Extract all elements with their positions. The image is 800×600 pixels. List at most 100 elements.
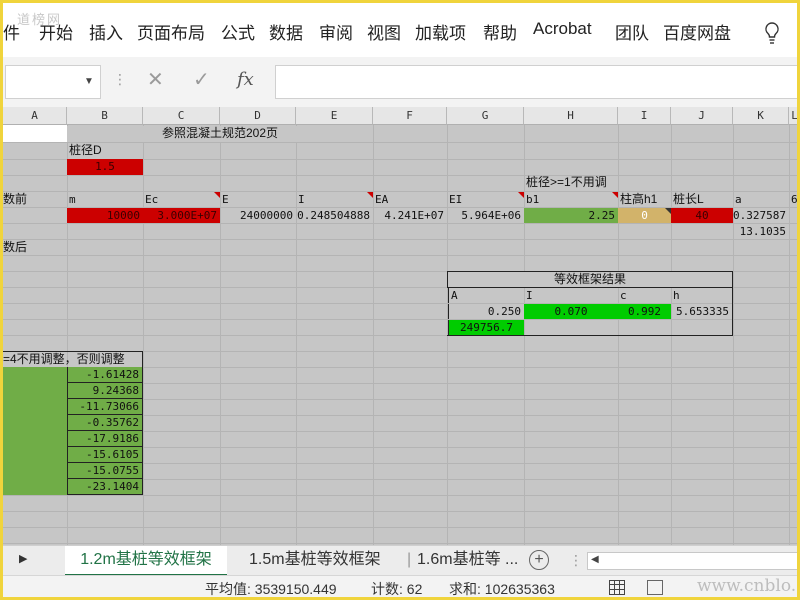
tab-formulas[interactable]: 公式: [221, 19, 255, 44]
tab-page-layout[interactable]: 页面布局: [137, 19, 205, 44]
row-divider: [3, 255, 797, 256]
value-e-cell[interactable]: 24000000: [220, 208, 296, 223]
column-header-j[interactable]: J: [671, 107, 733, 125]
value-i-cell[interactable]: 0.248504888: [296, 208, 373, 223]
value-ec-cell[interactable]: 3.000E+07: [143, 208, 220, 223]
header-l-cell[interactable]: 桩长L: [671, 192, 733, 207]
tab-help[interactable]: 帮助: [483, 19, 517, 44]
value-a2-cell[interactable]: 13.1035: [733, 224, 789, 239]
column-header-c[interactable]: C: [143, 107, 220, 125]
tab-review[interactable]: 审阅: [319, 19, 353, 44]
enter-icon[interactable]: ✓: [193, 67, 210, 92]
row-divider: [3, 543, 797, 544]
tab-insert[interactable]: 插入: [89, 19, 123, 44]
tab-file[interactable]: 件: [3, 19, 20, 44]
cancel-icon[interactable]: ✕: [147, 67, 164, 92]
value-h1-cell[interactable]: 0: [618, 208, 671, 223]
value-b1-cell[interactable]: 2.25: [524, 208, 618, 223]
lightbulb-icon[interactable]: [763, 21, 781, 45]
adjust-note-cell[interactable]: =4不用调整，否则调整: [3, 351, 143, 367]
list-item[interactable]: -15.0755: [67, 463, 143, 479]
pile-d-label-cell[interactable]: 桩径D: [67, 143, 143, 159]
horizontal-scrollbar[interactable]: ◀: [587, 552, 797, 570]
tab-home[interactable]: 开始: [39, 19, 73, 44]
result-header-c-cell[interactable]: c: [618, 288, 671, 303]
tab-acrobat[interactable]: Acrobat: [533, 19, 592, 39]
sheet-tab-1-6m[interactable]: 1.6m基桩等 ...: [417, 546, 521, 574]
column-header-b[interactable]: B: [67, 107, 143, 125]
header-k-cell[interactable]: 6: [789, 192, 797, 207]
list-item[interactable]: -0.35762: [67, 415, 143, 431]
header-h1-cell[interactable]: 柱高h1: [618, 192, 671, 207]
list-item[interactable]: -1.61428: [67, 367, 143, 383]
list-item[interactable]: -15.6105: [67, 447, 143, 463]
column-header-h[interactable]: H: [524, 107, 618, 125]
status-bar: 平均值: 3539150.449 计数: 62 求和: 102635363 ww…: [3, 575, 797, 597]
result-a2-cell[interactable]: 249756.7: [448, 320, 524, 335]
list-item[interactable]: -17.9186: [67, 431, 143, 447]
tab-team[interactable]: 团队: [615, 19, 649, 44]
sheet-tab-1-5m[interactable]: 1.5m基桩等效框架: [249, 546, 381, 574]
row-divider: [3, 319, 797, 320]
value-ei-cell[interactable]: 5.964E+06: [447, 208, 524, 223]
page-layout-icon[interactable]: [647, 580, 663, 595]
column-header-f[interactable]: F: [373, 107, 447, 125]
list-item[interactable]: -23.1404: [67, 479, 143, 495]
result-header-i-cell[interactable]: I: [524, 288, 618, 303]
header-ei-cell[interactable]: EI: [447, 192, 524, 207]
header-e-cell[interactable]: E: [220, 192, 296, 207]
note-h1-cell[interactable]: 桩径>=1不用调: [524, 175, 634, 191]
tab-data[interactable]: 数据: [269, 19, 303, 44]
row-divider: [3, 239, 797, 240]
header-b1-cell[interactable]: b1: [524, 192, 618, 207]
tab-baidu-netdisk[interactable]: 百度网盘: [663, 19, 731, 44]
pile-d-value-cell[interactable]: 1.5: [67, 159, 143, 175]
result-title-cell[interactable]: 等效框架结果: [447, 271, 733, 288]
list-item[interactable]: 9.24368: [67, 383, 143, 399]
column-header-i[interactable]: I: [618, 107, 671, 125]
name-box[interactable]: ▼: [5, 65, 101, 99]
splitter-dots-icon[interactable]: ⋮: [569, 552, 583, 569]
result-table-bottom-border: [447, 335, 733, 336]
sheet-title-cell[interactable]: 参照混凝土规范202页: [67, 126, 373, 142]
column-header-l[interactable]: L: [789, 107, 797, 125]
column-header-g[interactable]: G: [447, 107, 524, 125]
header-m-cell[interactable]: m: [67, 192, 143, 207]
value-a-cell[interactable]: 0.327587: [733, 208, 789, 223]
value-ea-cell[interactable]: 4.241E+07: [373, 208, 447, 223]
chevron-down-icon[interactable]: ▼: [84, 76, 94, 87]
header-i-cell[interactable]: I: [296, 192, 373, 207]
sheet-tab-bar: ▶ 1.2m基桩等效框架 1.5m基桩等效框架 | 1.6m基桩等 ... + …: [3, 545, 797, 576]
worksheet-grid[interactable]: A B C D E F G H I J K L 参照混凝土规范202页 桩径D …: [3, 107, 797, 545]
sheet-tab-1-2m[interactable]: 1.2m基桩等效框架: [65, 546, 227, 576]
header-ea-cell[interactable]: EA: [373, 192, 447, 207]
normal-view-icon[interactable]: [609, 580, 625, 595]
result-header-a-cell[interactable]: A: [448, 288, 524, 303]
tab-view[interactable]: 视图: [367, 19, 401, 44]
result-a-cell[interactable]: 0.250: [448, 304, 524, 319]
before-label-cell[interactable]: 数前: [3, 192, 67, 207]
list-item[interactable]: -11.73066: [67, 399, 143, 415]
drag-handle-icon[interactable]: ⋮: [113, 71, 127, 88]
column-header-k[interactable]: K: [733, 107, 789, 125]
scroll-left-icon[interactable]: ◀: [591, 554, 599, 565]
add-sheet-icon[interactable]: +: [529, 550, 549, 570]
column-header-d[interactable]: D: [220, 107, 296, 125]
value-m-cell[interactable]: 10000: [67, 208, 143, 223]
after-label-cell[interactable]: 数后: [3, 240, 67, 255]
header-a-cell[interactable]: a: [733, 192, 789, 207]
cell-a-selected-area[interactable]: [3, 125, 67, 142]
column-header-e[interactable]: E: [296, 107, 373, 125]
result-i-cell[interactable]: 0.070: [524, 304, 618, 319]
result-c-cell[interactable]: 0.992: [618, 304, 671, 319]
result-h-cell[interactable]: 5.653335: [671, 304, 733, 319]
header-ec-cell[interactable]: Ec: [143, 192, 220, 207]
row-divider: [3, 223, 797, 224]
tab-addins[interactable]: 加载项: [415, 19, 466, 44]
column-header-a[interactable]: A: [3, 107, 67, 125]
scroll-right-icon[interactable]: ▶: [19, 552, 27, 565]
formula-input[interactable]: [275, 65, 797, 99]
insert-function-icon[interactable]: fx: [237, 69, 254, 90]
value-l-cell[interactable]: 40: [671, 208, 733, 223]
result-header-h-cell[interactable]: h: [671, 288, 733, 303]
